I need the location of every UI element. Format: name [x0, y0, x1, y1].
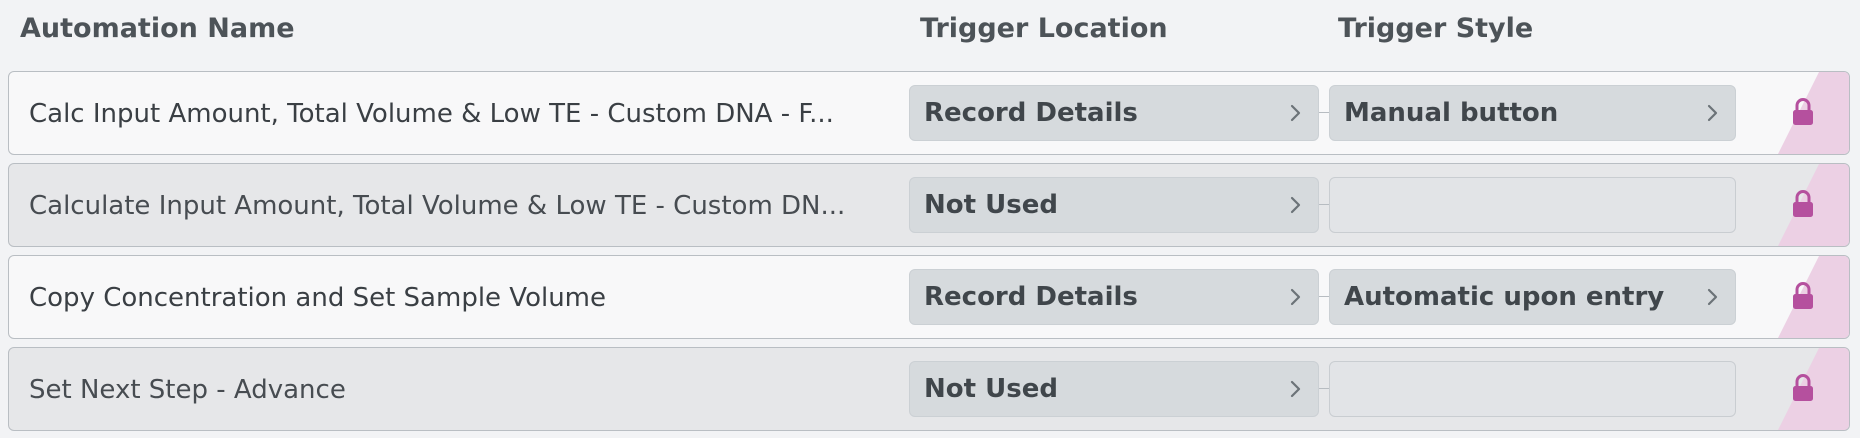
chevron-right-icon [1707, 104, 1718, 122]
automation-list: Automation Name Trigger Location Trigger… [0, 0, 1860, 438]
chevron-right-icon [1290, 380, 1301, 398]
lock-icon [1793, 98, 1813, 125]
chevron-right-icon [1290, 104, 1301, 122]
lock-indicator[interactable] [1739, 256, 1849, 338]
chevron-right-icon [1290, 288, 1301, 306]
connector-line [1319, 204, 1329, 205]
lock-icon [1793, 282, 1813, 309]
automation-name[interactable]: Calc Input Amount, Total Volume & Low TE… [29, 72, 834, 154]
chevron-right-icon [1290, 196, 1301, 214]
trigger-location-select[interactable]: Record Details [909, 85, 1319, 141]
trigger-style-select[interactable] [1329, 177, 1736, 233]
column-header-automation-name[interactable]: Automation Name [20, 13, 295, 44]
automation-row[interactable]: Copy Concentration and Set Sample Volume… [8, 255, 1850, 339]
trigger-location-select[interactable]: Not Used [909, 361, 1319, 417]
trigger-location-select[interactable]: Not Used [909, 177, 1319, 233]
connector-line [1319, 388, 1329, 389]
automation-row[interactable]: Calculate Input Amount, Total Volume & L… [8, 163, 1850, 247]
lock-indicator[interactable] [1739, 164, 1849, 246]
column-header-trigger-style[interactable]: Trigger Style [1338, 13, 1533, 44]
connector-line [1319, 112, 1329, 113]
trigger-style-select[interactable] [1329, 361, 1736, 417]
connector-line [1319, 296, 1329, 297]
automation-row[interactable]: Set Next Step - Advance Not Used [8, 347, 1850, 431]
table-header: Automation Name Trigger Location Trigger… [0, 0, 1860, 60]
lock-icon [1793, 190, 1813, 217]
automation-name[interactable]: Set Next Step - Advance [29, 348, 346, 430]
trigger-style-select[interactable]: Manual button [1329, 85, 1736, 141]
trigger-style-select[interactable]: Automatic upon entry [1329, 269, 1736, 325]
column-header-trigger-location[interactable]: Trigger Location [920, 13, 1168, 44]
chevron-right-icon [1707, 288, 1718, 306]
trigger-location-value: Record Details [924, 98, 1138, 128]
automation-row[interactable]: Calc Input Amount, Total Volume & Low TE… [8, 71, 1850, 155]
trigger-location-value: Not Used [924, 190, 1058, 220]
lock-indicator[interactable] [1739, 348, 1849, 430]
automation-name[interactable]: Calculate Input Amount, Total Volume & L… [29, 164, 845, 246]
lock-indicator[interactable] [1739, 72, 1849, 154]
trigger-style-value: Manual button [1344, 98, 1559, 128]
lock-icon [1793, 374, 1813, 401]
trigger-location-value: Record Details [924, 282, 1138, 312]
trigger-style-value: Automatic upon entry [1344, 282, 1665, 312]
trigger-location-value: Not Used [924, 374, 1058, 404]
trigger-location-select[interactable]: Record Details [909, 269, 1319, 325]
automation-name[interactable]: Copy Concentration and Set Sample Volume [29, 256, 606, 338]
